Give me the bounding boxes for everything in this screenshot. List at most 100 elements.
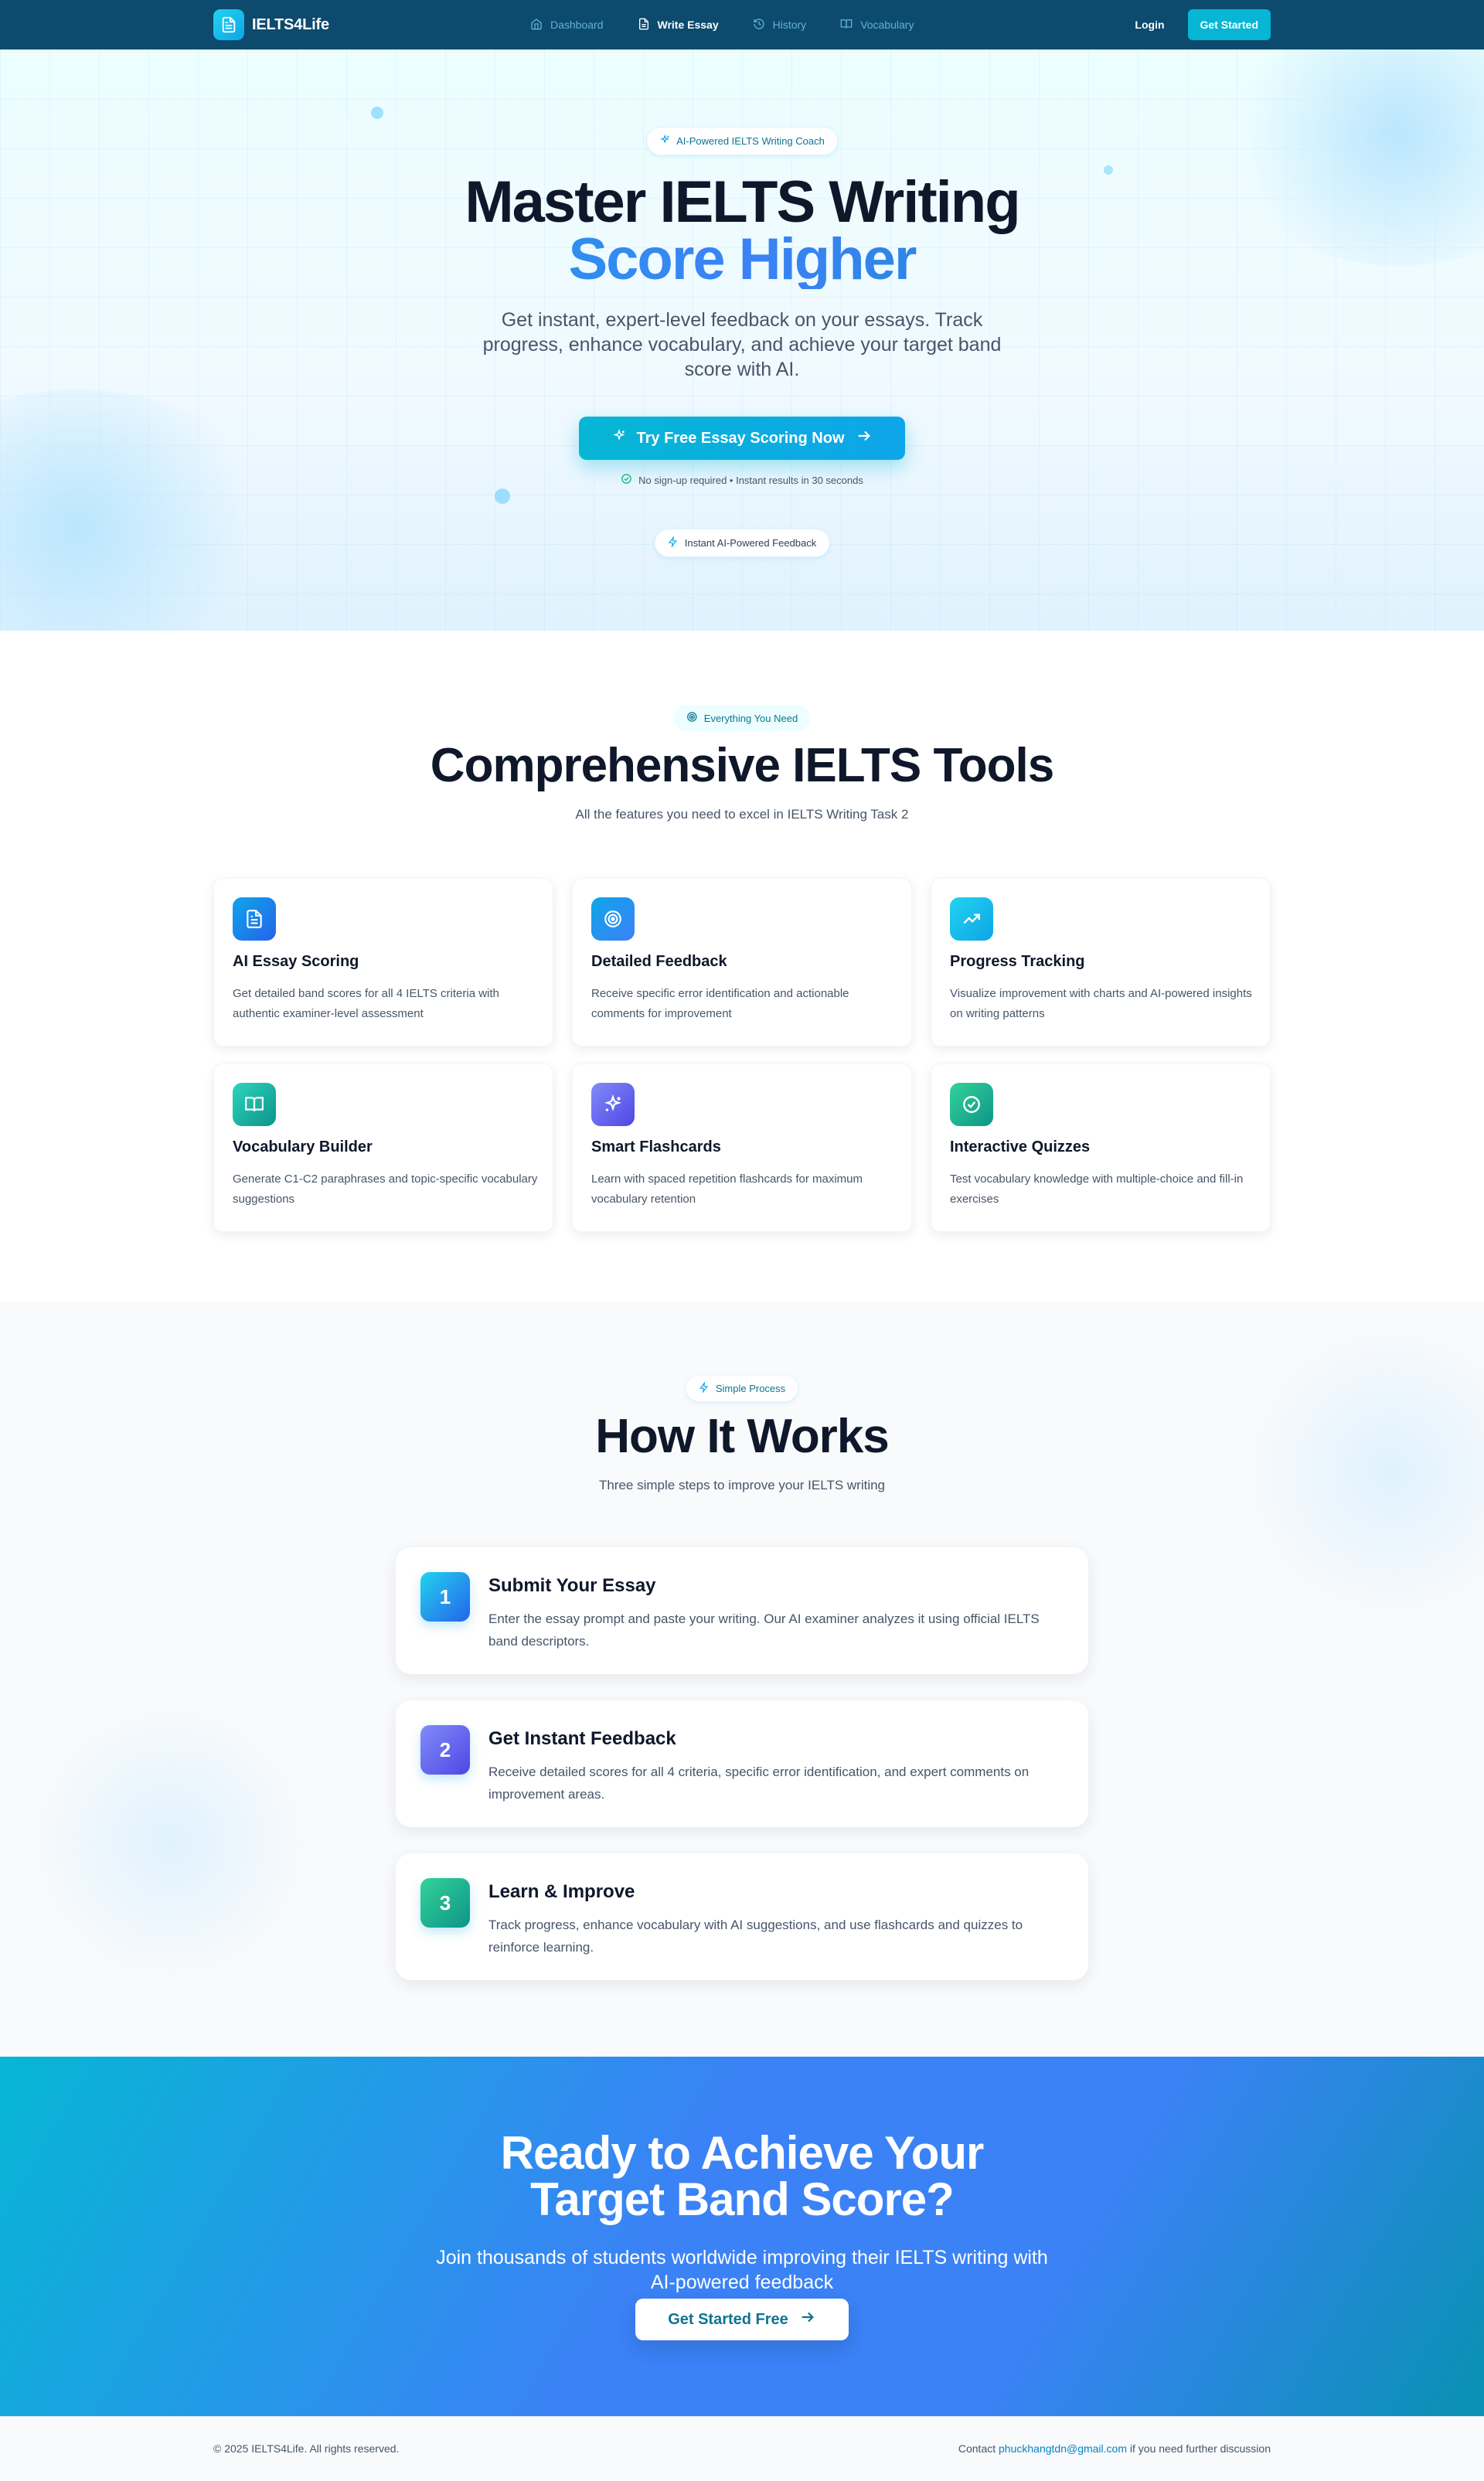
step-number: 2 <box>420 1725 470 1775</box>
step-description: Track progress, enhance vocabulary with … <box>488 1918 1023 1955</box>
cta-title-line: Ready to Achieve Your <box>500 2127 985 2179</box>
contact-prefix: Contact <box>958 2442 996 2455</box>
hero-title-highlight: Score Higher <box>0 230 1484 289</box>
home-icon <box>530 18 543 32</box>
card-title: Vocabulary Builder <box>233 1138 373 1155</box>
nav-item-history[interactable]: History <box>753 18 807 32</box>
document-icon <box>233 897 276 941</box>
decorative-blob <box>31 1703 309 1982</box>
hero-note: No sign-up required • Instant results in… <box>0 473 1484 487</box>
hero-note-text: No sign-up required • Instant results in… <box>638 474 863 486</box>
top-navbar: IELTS4Life Dashboard Write Essay History… <box>0 0 1484 49</box>
feature-card-smart-flashcards[interactable]: Smart Flashcards Learn with spaced repet… <box>572 1064 912 1232</box>
feature-card-interactive-quizzes[interactable]: Interactive Quizzes Test vocabulary know… <box>931 1064 1271 1232</box>
feature-card-ai-essay-scoring[interactable]: AI Essay Scoring Get detailed band score… <box>213 878 553 1047</box>
card-description: Learn with spaced repetition flashcards … <box>591 1172 863 1206</box>
cta-title-line: Target Band Score? <box>530 2173 955 2225</box>
instant-feedback-label: Instant AI-Powered Feedback <box>684 537 817 549</box>
nav-item-label: Dashboard <box>550 19 604 31</box>
sparkles-icon <box>612 428 626 448</box>
try-free-scoring-button[interactable]: Try Free Essay Scoring Now <box>579 417 905 460</box>
card-description: Get detailed band scores for all 4 IELTS… <box>233 987 499 1020</box>
sparkles-icon <box>659 134 670 148</box>
card-title: AI Essay Scoring <box>233 953 359 970</box>
features-badge: Everything You Need <box>673 705 811 731</box>
cta-section: Ready to Achieve Your Target Band Score?… <box>0 2057 1484 2416</box>
cta-label: Try Free Essay Scoring Now <box>636 429 845 447</box>
brand-name: IELTS4Life <box>252 15 329 33</box>
step-description: Receive detailed scores for all 4 criter… <box>488 1765 1030 1802</box>
history-icon <box>753 18 765 32</box>
nav-item-label: Vocabulary <box>860 19 914 31</box>
book-icon <box>840 18 853 32</box>
trending-up-icon <box>950 897 993 941</box>
feature-card-progress-tracking[interactable]: Progress Tracking Visualize improvement … <box>931 878 1271 1047</box>
cta-title: Ready to Achieve Your Target Band Score? <box>0 2130 1484 2223</box>
contact-email-link[interactable]: phuckhangtdn@gmail.com <box>999 2442 1127 2455</box>
instant-feedback-badge: Instant AI-Powered Feedback <box>654 529 830 557</box>
features-section: Everything You Need Comprehensive IELTS … <box>0 631 1484 1302</box>
login-link[interactable]: Login <box>1135 19 1164 31</box>
hero-badge: AI-Powered IELTS Writing Coach <box>646 127 838 155</box>
nav-item-label: Write Essay <box>657 19 719 31</box>
check-circle-icon <box>621 473 632 487</box>
step-number: 1 <box>420 1572 470 1622</box>
cta-button-label: Get Started Free <box>668 2310 788 2328</box>
cta-subtitle: Join thousands of students worldwide imp… <box>436 2247 1048 2293</box>
card-title: Progress Tracking <box>950 953 1085 970</box>
get-started-free-button[interactable]: Get Started Free <box>635 2299 849 2340</box>
brand-logo[interactable]: IELTS4Life <box>213 9 329 40</box>
feature-card-vocabulary-builder[interactable]: Vocabulary Builder Generate C1-C2 paraph… <box>213 1064 553 1232</box>
nav-item-dashboard[interactable]: Dashboard <box>530 18 604 32</box>
book-open-icon <box>233 1083 276 1126</box>
sparkles-icon <box>591 1083 635 1126</box>
lightning-icon <box>668 536 679 550</box>
document-icon <box>638 18 650 32</box>
check-circle-icon <box>950 1083 993 1126</box>
hero-subtitle: Get instant, expert-level feedback on yo… <box>482 309 1002 380</box>
arrow-right-icon <box>799 2309 816 2330</box>
hero-title: Master IELTS Writing <box>465 169 1020 235</box>
how-it-works-section: Simple Process How It Works Three simple… <box>0 1302 1484 2057</box>
nav-item-write-essay[interactable]: Write Essay <box>638 18 719 32</box>
card-description: Test vocabulary knowledge with multiple-… <box>950 1172 1244 1206</box>
target-icon <box>686 711 698 725</box>
nav-item-label: History <box>772 19 807 31</box>
contact-suffix: if you need further discussion <box>1129 2442 1271 2455</box>
arrow-right-icon <box>856 427 873 449</box>
step-title: Submit Your Essay <box>488 1575 656 1596</box>
step-title: Get Instant Feedback <box>488 1728 676 1749</box>
step-card-2: 2 Get Instant Feedback Receive detailed … <box>396 1700 1088 1827</box>
lightning-icon <box>699 1381 710 1395</box>
copyright-text: © 2025 IELTS4Life. All rights reserved. <box>213 2442 400 2455</box>
features-title: Comprehensive IELTS Tools <box>430 739 1054 792</box>
hero-section: AI-Powered IELTS Writing Coach Master IE… <box>0 49 1484 631</box>
step-card-3: 3 Learn & Improve Track progress, enhanc… <box>396 1853 1088 1980</box>
card-description: Visualize improvement with charts and AI… <box>950 987 1252 1020</box>
nav-item-vocabulary[interactable]: Vocabulary <box>840 18 914 32</box>
card-description: Receive specific error identification an… <box>591 987 849 1020</box>
card-title: Smart Flashcards <box>591 1138 721 1155</box>
footer: © 2025 IELTS4Life. All rights reserved. … <box>0 2416 1484 2481</box>
how-badge: Simple Process <box>686 1376 798 1401</box>
decorative-blob <box>1237 1332 1484 1611</box>
card-title: Interactive Quizzes <box>950 1138 1091 1155</box>
decorative-dot <box>371 107 383 119</box>
step-card-1: 1 Submit Your Essay Enter the essay prom… <box>396 1547 1088 1674</box>
step-title: Learn & Improve <box>488 1881 635 1902</box>
target-icon <box>591 897 635 941</box>
how-badge-label: Simple Process <box>715 1383 786 1394</box>
decorative-dot <box>495 488 510 504</box>
hero-badge-label: AI-Powered IELTS Writing Coach <box>676 135 825 147</box>
get-started-button[interactable]: Get Started <box>1187 9 1271 40</box>
features-subtitle: All the features you need to excel in IE… <box>575 807 909 822</box>
how-title: How It Works <box>595 1410 890 1463</box>
how-subtitle: Three simple steps to improve your IELTS… <box>598 1478 886 1492</box>
card-description: Generate C1-C2 paraphrases and topic-spe… <box>233 1172 538 1206</box>
card-title: Detailed Feedback <box>591 953 727 970</box>
feature-card-detailed-feedback[interactable]: Detailed Feedback Receive specific error… <box>572 878 912 1047</box>
contact-text: Contact phuckhangtdn@gmail.com if you ne… <box>958 2442 1271 2455</box>
step-number: 3 <box>420 1878 470 1928</box>
features-badge-label: Everything You Need <box>703 712 798 724</box>
step-description: Enter the essay prompt and paste your wr… <box>488 1611 1040 1649</box>
